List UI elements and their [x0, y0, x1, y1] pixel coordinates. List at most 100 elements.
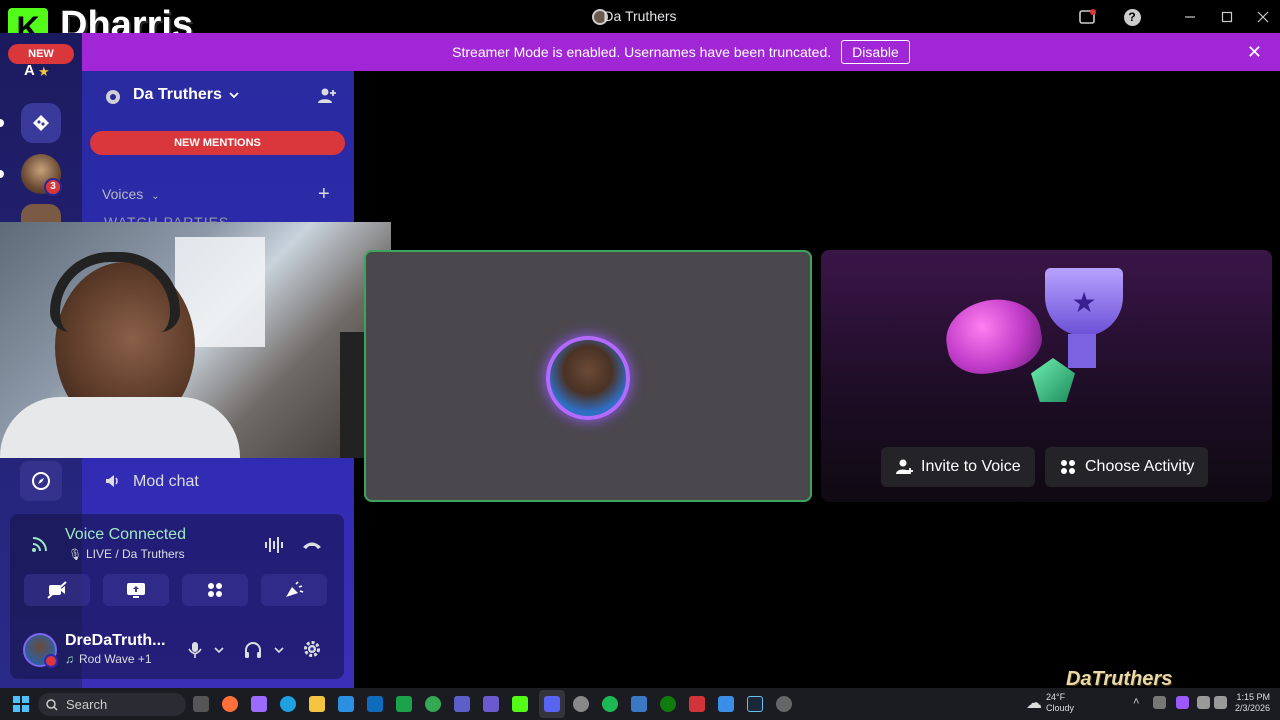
settings-icon[interactable] [573, 696, 589, 712]
server-icon-partial[interactable] [21, 204, 61, 222]
taskbar-search[interactable]: Search [38, 693, 186, 716]
volume-icon[interactable] [1214, 696, 1227, 709]
voice-connected-status[interactable]: Voice Connected [65, 526, 186, 544]
store-icon[interactable] [338, 696, 354, 712]
discover-button[interactable] [20, 461, 62, 501]
steam-icon[interactable] [747, 696, 763, 712]
trophy-stem [1068, 334, 1096, 368]
compass-icon [32, 472, 50, 490]
new-mentions-button[interactable]: NEW MENTIONS [90, 131, 345, 155]
invite-people-icon[interactable] [317, 86, 337, 111]
invite-label: Invite to Voice [921, 458, 1021, 475]
clock[interactable]: 1:15 PM 2/3/2026 [1232, 692, 1270, 714]
file-explorer-icon[interactable] [309, 696, 325, 712]
minimize-icon[interactable] [1179, 6, 1201, 28]
noise-suppression-icon[interactable] [264, 536, 286, 559]
chevron-down-icon[interactable] [273, 643, 285, 661]
server-name-dropdown[interactable]: Da Truthers [133, 86, 240, 104]
voice-channel-info[interactable]: 🎙 LIVE / Da Truthers [68, 547, 185, 561]
voices-label: Voices [102, 186, 144, 202]
choose-activity-label: Choose Activity [1085, 458, 1195, 475]
username[interactable]: DreDaTruth... [65, 632, 165, 650]
edge-icon[interactable] [280, 696, 296, 712]
search-label: Search [66, 697, 108, 712]
participant-avatar[interactable] [546, 336, 630, 420]
add-channel-icon[interactable]: + [318, 183, 330, 206]
maximize-icon[interactable] [1216, 6, 1238, 28]
app-icon[interactable] [631, 696, 647, 712]
gear-icon[interactable] [302, 639, 322, 664]
app-icon[interactable] [396, 696, 412, 712]
new-badge: NEW [8, 44, 74, 64]
mic-small-icon: 🎙 [68, 548, 82, 561]
wifi-icon[interactable] [1197, 696, 1210, 709]
clock-date: 2/3/2026 [1234, 703, 1270, 713]
activities-icon [208, 583, 222, 597]
xbox-icon[interactable] [660, 696, 676, 712]
close-icon[interactable]: ✕ [1247, 42, 1262, 63]
chevron-down-icon: ⌄ [151, 191, 160, 202]
camera-off-icon [47, 581, 67, 599]
streamer-mode-banner: Streamer Mode is enabled. Usernames have… [82, 33, 1280, 71]
spotify-icon[interactable] [602, 696, 618, 712]
soundboard-icon [286, 581, 304, 597]
search-icon [46, 698, 58, 711]
weather-widget[interactable]: 24°F Cloudy [1046, 692, 1074, 714]
outlook-icon[interactable] [367, 696, 383, 712]
server-initial[interactable]: A [24, 62, 35, 79]
invite-to-voice-button[interactable]: Invite to Voice [881, 447, 1035, 487]
channel-mod-chat[interactable]: Mod chat [133, 473, 199, 491]
chevron-up-icon[interactable]: ˄ [1133, 696, 1139, 708]
signal-icon[interactable] [31, 535, 49, 558]
voices-category[interactable]: Voices ⌄ [102, 186, 160, 202]
windows-start-icon[interactable] [13, 696, 29, 717]
user-activity[interactable]: ♫ Rod Wave +1 [65, 652, 152, 666]
chevron-down-icon [229, 92, 239, 99]
app-icon[interactable] [251, 696, 267, 712]
server-settings-icon [104, 88, 122, 106]
camera-toggle-button[interactable] [24, 574, 90, 606]
star-icon: ★ [38, 64, 50, 79]
dnd-status-icon [44, 654, 58, 668]
discord-icon[interactable] [544, 696, 560, 712]
close-window-icon[interactable] [1252, 6, 1274, 28]
white-shirt [0, 397, 240, 458]
weather-temp: 24°F [1046, 692, 1066, 702]
voice-channel-name: LIVE / Da Truthers [85, 547, 185, 561]
activities-button[interactable] [182, 574, 248, 606]
invite-person-icon [896, 459, 913, 474]
tray-icon[interactable] [1153, 696, 1166, 709]
soundboard-button[interactable] [261, 574, 327, 606]
disable-button[interactable]: Disable [841, 40, 910, 64]
app-icon[interactable] [718, 696, 734, 712]
clock-time: 1:15 PM [1236, 692, 1270, 702]
disconnect-icon[interactable] [301, 536, 323, 559]
webcam-overlay [0, 222, 391, 458]
chrome-icon[interactable] [425, 696, 441, 712]
music-note-icon: ♫ [65, 652, 74, 666]
screen-share-button[interactable] [103, 574, 169, 606]
activity-text: Rod Wave +1 [79, 652, 152, 666]
choose-activity-button[interactable]: Choose Activity [1045, 447, 1209, 487]
headphones-icon[interactable] [243, 640, 263, 665]
task-view-icon[interactable] [193, 696, 209, 712]
app-icon[interactable] [776, 696, 792, 712]
server-name: Da Truthers [133, 86, 222, 103]
kick-icon[interactable] [512, 696, 528, 712]
chevron-down-icon[interactable] [213, 643, 225, 661]
headphones [50, 252, 180, 332]
firefox-icon[interactable] [222, 696, 238, 712]
tray-icon[interactable] [1176, 696, 1189, 709]
app-icon[interactable] [689, 696, 705, 712]
teams-icon[interactable] [454, 696, 470, 712]
banner-text: Streamer Mode is enabled. Usernames have… [452, 44, 832, 60]
weather-desc: Cloudy [1046, 703, 1075, 713]
inbox-icon[interactable] [1076, 6, 1098, 28]
server-icon-game[interactable] [21, 103, 61, 143]
help-icon[interactable]: ? [1121, 6, 1143, 28]
cloud-icon: ☁ [1026, 695, 1042, 712]
app-icon[interactable] [483, 696, 499, 712]
microphone-icon[interactable] [186, 640, 204, 665]
screen-share-icon [127, 583, 145, 598]
speaker-icon [104, 472, 122, 495]
